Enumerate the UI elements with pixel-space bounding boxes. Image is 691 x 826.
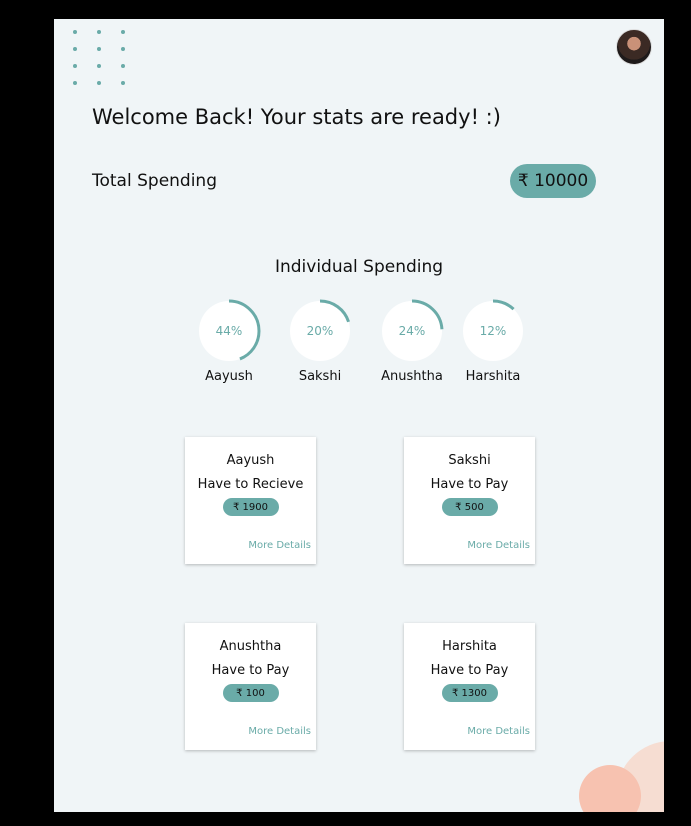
spending-ring-sakshi: 20% Sakshi [275, 299, 365, 384]
more-details-link[interactable]: More Details [248, 540, 311, 551]
card-status: Have to Pay [211, 663, 290, 678]
balance-card-anushtha: Anushtha Have to Pay ₹ 100 More Details [185, 623, 316, 750]
card-amount-badge: ₹ 500 [441, 498, 498, 516]
card-amount-badge: ₹ 1900 [222, 498, 279, 516]
dashboard-panel: Welcome Back! Your stats are ready! :) T… [54, 19, 664, 812]
ring-percentage: 24% [398, 324, 426, 338]
spending-ring-harshita: 12% Harshita [448, 299, 538, 384]
more-details-link[interactable]: More Details [467, 726, 530, 737]
individual-spending-title: Individual Spending [274, 257, 444, 277]
balance-card-sakshi: Sakshi Have to Pay ₹ 500 More Details [404, 437, 535, 564]
total-spending-amount: ₹ 10000 [510, 164, 596, 198]
card-person-name: Aayush [226, 453, 275, 468]
balance-card-harshita: Harshita Have to Pay ₹ 1300 More Details [404, 623, 535, 750]
progress-ring: 20% [288, 299, 352, 363]
ring-percentage: 20% [306, 324, 334, 338]
card-person-name: Anushtha [219, 639, 282, 654]
ring-person-name: Harshita [465, 369, 521, 384]
user-avatar-icon[interactable] [616, 29, 652, 65]
card-status: Have to Pay [430, 477, 509, 492]
ring-person-name: Aayush [205, 369, 253, 384]
ring-person-name: Anushtha [381, 369, 443, 384]
spending-ring-anushtha: 24% Anushtha [367, 299, 457, 384]
ring-person-name: Sakshi [298, 369, 342, 384]
page-title: Welcome Back! Your stats are ready! :) [92, 105, 501, 129]
progress-ring: 44% [197, 299, 261, 363]
total-spending-label: Total Spending [92, 171, 218, 191]
card-status: Have to Recieve [197, 477, 304, 492]
progress-ring: 24% [380, 299, 444, 363]
card-person-name: Sakshi [448, 453, 491, 468]
card-amount-badge: ₹ 100 [222, 684, 279, 702]
decorative-dot-grid [72, 29, 132, 89]
ring-percentage: 44% [215, 324, 243, 338]
spending-ring-aayush: 44% Aayush [184, 299, 274, 384]
balance-card-aayush: Aayush Have to Recieve ₹ 1900 More Detai… [185, 437, 316, 564]
ring-percentage: 12% [479, 324, 507, 338]
more-details-link[interactable]: More Details [248, 726, 311, 737]
progress-ring: 12% [461, 299, 525, 363]
card-person-name: Harshita [442, 639, 497, 654]
card-status: Have to Pay [430, 663, 509, 678]
card-amount-badge: ₹ 1300 [441, 684, 498, 702]
more-details-link[interactable]: More Details [467, 540, 530, 551]
